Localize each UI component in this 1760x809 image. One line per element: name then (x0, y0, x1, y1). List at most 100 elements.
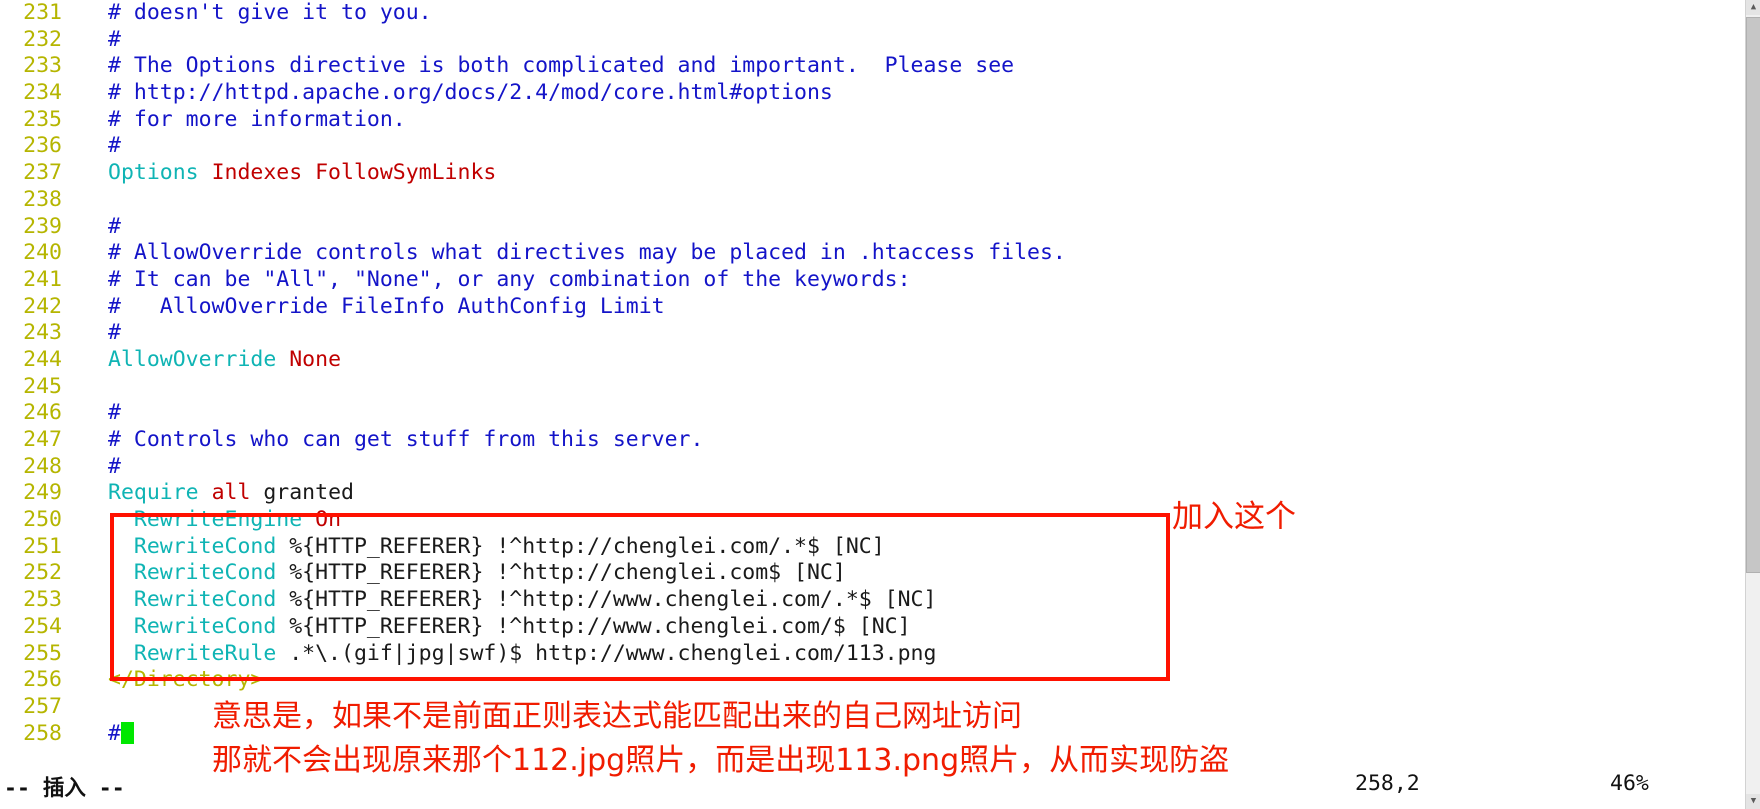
code-token: # (108, 400, 121, 426)
vertical-scrollbar[interactable]: ▲ ▼ (1745, 0, 1760, 809)
scroll-up-arrow-icon[interactable]: ▲ (1746, 0, 1760, 15)
scroll-down-arrow-icon[interactable]: ▼ (1746, 794, 1760, 809)
text-cursor (120, 721, 134, 744)
code-line[interactable]: 234 # http://httpd.apache.org/docs/2.4/mo… (0, 80, 1745, 107)
code-line[interactable]: 231 # doesn't give it to you. (0, 0, 1745, 27)
code-line[interactable]: 239 # (0, 214, 1745, 241)
code-line[interactable]: 233 # The Options directive is both compl… (0, 53, 1745, 80)
code-token: RewriteCond (133, 613, 277, 639)
line-number: 242 (23, 293, 62, 319)
code-token: # (108, 133, 121, 159)
code-token: # (108, 453, 121, 479)
code-line[interactable]: 232 # (0, 27, 1745, 54)
line-content: # doesn't give it to you. (62, 0, 432, 27)
line-content: # (62, 214, 121, 241)
code-token: # (108, 320, 121, 346)
line-content: # (62, 400, 121, 427)
code-line[interactable]: 256 </Directory> (0, 667, 1745, 694)
status-mode-indicator: -- 插入 -- (4, 776, 125, 801)
line-number: 236 (23, 133, 62, 159)
code-token: RewriteCond (133, 560, 277, 586)
code-token: %{HTTP_REFERER} !^http://chenglei.com/.*… (276, 533, 885, 559)
line-content: # for more information. (62, 107, 406, 134)
code-token: granted (250, 480, 354, 506)
annotation-add-this: 加入这个 (1172, 499, 1296, 535)
code-line[interactable]: 246 # (0, 400, 1745, 427)
code-line[interactable]: 243 # (0, 320, 1745, 347)
code-token: all (211, 480, 251, 506)
line-content: RewriteEngine On (62, 507, 341, 534)
line-content: RewriteCond %{HTTP_REFERER} !^http://che… (62, 534, 885, 561)
line-number: 233 (23, 53, 62, 79)
line-content: Options Indexes FollowSymLinks (62, 160, 496, 187)
line-content: # (62, 721, 134, 748)
line-content: AllowOverride None (62, 347, 341, 374)
line-content: # http://httpd.apache.org/docs/2.4/mod/c… (62, 80, 833, 107)
code-token: # (108, 26, 121, 52)
line-number: 239 (23, 213, 62, 239)
code-token: On (315, 507, 342, 533)
code-token: %{HTTP_REFERER} !^http://chenglei.com$ [… (276, 560, 846, 586)
scrollbar-thumb[interactable] (1746, 17, 1760, 573)
code-line[interactable]: 238 (0, 187, 1745, 214)
code-line[interactable]: 236 # (0, 133, 1745, 160)
code-token: # Controls who can get stuff from this s… (108, 427, 704, 452)
line-number: 254 (23, 613, 62, 639)
line-content: RewriteCond %{HTTP_REFERER} !^http://che… (62, 560, 846, 587)
code-line[interactable]: 249 Require all granted (0, 480, 1745, 507)
code-line[interactable]: 254 RewriteCond %{HTTP_REFERER} !^http:/… (0, 614, 1745, 641)
code-line[interactable]: 235 # for more information. (0, 107, 1745, 134)
code-token: </Directory> (108, 667, 264, 693)
code-token: RewriteCond (133, 533, 277, 559)
code-token: %{HTTP_REFERER} !^http://www.chenglei.co… (276, 587, 937, 613)
code-token: RewriteRule (133, 640, 277, 666)
code-token: # (108, 213, 121, 239)
code-token: # (108, 720, 121, 746)
code-token: # AllowOverride FileInfo AuthConfig Limi… (108, 293, 665, 319)
code-token: .*\.(gif|jpg|swf)$ http://www.chenglei.c… (276, 640, 937, 666)
code-text-area[interactable]: 231 # doesn't give it to you. 232 #233 # The… (0, 0, 1745, 765)
annotation-explain-line-1: 意思是，如果不是前面正则表达式能匹配出来的自己网址访问 (212, 699, 1022, 734)
code-line[interactable]: 255 RewriteRule .*\.(gif|jpg|swf)$ http:… (0, 641, 1745, 668)
status-file-percent: 46% (1610, 771, 1649, 796)
line-number: 248 (23, 453, 62, 479)
code-line[interactable]: 248 # (0, 454, 1745, 481)
line-number: 252 (23, 560, 62, 586)
line-number: 235 (23, 106, 62, 132)
code-line[interactable]: 250 RewriteEngine On (0, 507, 1745, 534)
line-content: # (62, 27, 121, 54)
code-line[interactable]: 241 # It can be "All", "None", or any com… (0, 267, 1745, 294)
line-number: 250 (23, 507, 62, 533)
line-number: 258 (23, 720, 62, 746)
line-content: Require all granted (62, 480, 354, 507)
code-line[interactable]: 237 Options Indexes FollowSymLinks (0, 160, 1745, 187)
code-token: AllowOverride (108, 346, 277, 372)
code-line[interactable]: 253 RewriteCond %{HTTP_REFERER} !^http:/… (0, 587, 1745, 614)
line-number: 240 (23, 240, 62, 266)
code-line[interactable]: 244 AllowOverride None (0, 347, 1745, 374)
line-content: # It can be "All", "None", or any combin… (62, 267, 911, 294)
line-content: # Controls who can get stuff from this s… (62, 427, 703, 454)
code-line[interactable]: 247 # Controls who can get stuff from thi… (0, 427, 1745, 454)
code-token: # The Options directive is both complica… (108, 53, 1015, 79)
line-number: 249 (23, 480, 62, 506)
line-number: 238 (23, 186, 62, 212)
line-number: 255 (23, 640, 62, 666)
line-content: # The Options directive is both complica… (62, 53, 1014, 80)
code-line[interactable]: 245 (0, 374, 1745, 401)
line-number: 241 (23, 266, 62, 292)
code-token: RewriteCond (133, 587, 277, 613)
code-line[interactable]: 251 RewriteCond %{HTTP_REFERER} !^http:/… (0, 534, 1745, 561)
code-line[interactable]: 242 # AllowOverride FileInfo AuthConfig L… (0, 294, 1745, 321)
vim-editor-window: 231 # doesn't give it to you. 232 #233 # The… (0, 0, 1760, 809)
line-number: 231 (23, 0, 62, 25)
code-line[interactable]: 240 # AllowOverride controls what directi… (0, 240, 1745, 267)
code-line[interactable]: 252 RewriteCond %{HTTP_REFERER} !^http:/… (0, 560, 1745, 587)
line-content: # (62, 133, 121, 160)
